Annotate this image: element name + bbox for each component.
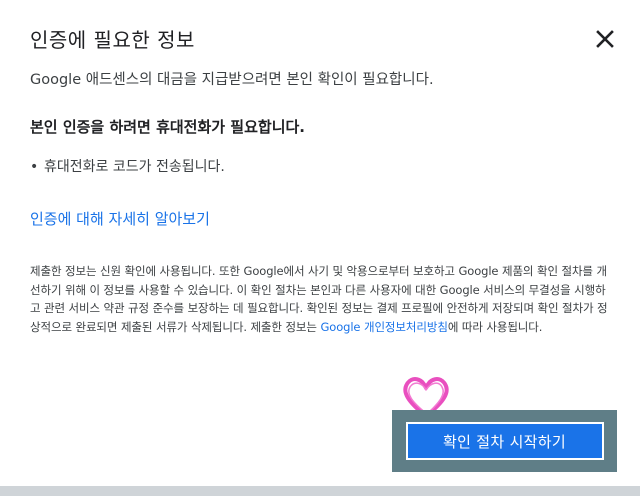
verification-dialog: 인증에 필요한 정보 Google 애드센스의 대금을 지급받으려면 본인 확인… [0, 0, 640, 496]
dialog-title: 인증에 필요한 정보 [30, 28, 195, 52]
notice-suffix: 에 따라 사용됩니다. [447, 319, 543, 334]
bottom-bar [0, 486, 640, 496]
close-icon [596, 30, 614, 48]
privacy-policy-link[interactable]: Google 개인정보처리방침 [320, 320, 447, 334]
phone-required-heading: 본인 인증을 하려면 휴대전화가 필요합니다. [30, 118, 305, 136]
privacy-notice: 제출한 정보는 신원 확인에 사용됩니다. 또한 Google에서 사기 및 악… [30, 262, 612, 336]
learn-more-link[interactable]: 인증에 대해 자세히 알아보기 [30, 207, 210, 231]
start-button-highlight: 확인 절차 시작하기 [392, 410, 617, 472]
info-list: 휴대전화로 코드가 전송됩니다. [30, 155, 225, 179]
intro-text: Google 애드센스의 대금을 지급받으려면 본인 확인이 필요합니다. [30, 72, 434, 88]
list-item: 휴대전화로 코드가 전송됩니다. [30, 155, 225, 179]
start-verification-button[interactable]: 확인 절차 시작하기 [405, 422, 604, 460]
close-button[interactable] [588, 22, 622, 56]
